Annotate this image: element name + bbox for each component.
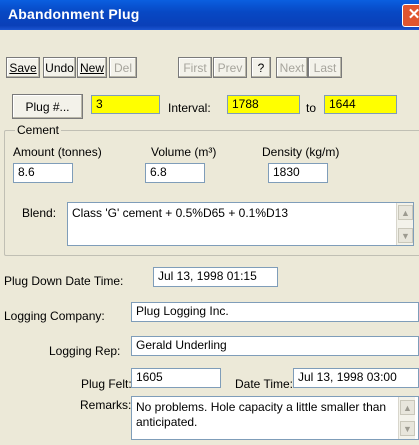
chevron-down-icon[interactable]: ▼ — [398, 228, 413, 243]
logging-company-field[interactable]: Plug Logging Inc. — [131, 302, 419, 322]
remarks-field[interactable]: No problems. Hole capacity a little smal… — [131, 396, 419, 440]
density-label: Density (kg/m) — [262, 145, 340, 159]
plug-number-button[interactable]: Plug #... — [12, 94, 83, 119]
chevron-up-icon[interactable]: ▲ — [400, 400, 415, 415]
chevron-up-icon[interactable]: ▲ — [398, 205, 413, 220]
logging-rep-field[interactable]: Gerald Underling — [131, 336, 419, 356]
logging-company-label: Logging Company: — [4, 309, 105, 323]
density-field[interactable]: 1830 — [268, 163, 328, 183]
blend-scrollbar[interactable]: ▲ ▼ — [396, 203, 413, 245]
date-time-field[interactable]: Jul 13, 1998 03:00 — [293, 368, 419, 388]
remarks-scrollbar[interactable]: ▲ ▼ — [398, 397, 415, 439]
interval-to-field[interactable]: 1644 — [324, 95, 397, 114]
date-time-label: Date Time: — [235, 377, 294, 391]
help-button[interactable]: ? — [251, 57, 271, 78]
first-button[interactable]: First — [178, 57, 212, 78]
blend-field[interactable]: Class 'G' cement + 0.5%D65 + 0.1%D13 — [67, 202, 414, 246]
interval-from-field[interactable]: 1788 — [227, 95, 300, 114]
remarks-label: Remarks: — [80, 398, 132, 412]
blend-label: Blend: — [22, 206, 57, 220]
logging-rep-label: Logging Rep: — [49, 344, 121, 358]
plug-number-field[interactable]: 3 — [91, 95, 160, 114]
delete-button[interactable]: Del — [109, 57, 137, 78]
volume-field[interactable]: 6.8 — [145, 163, 205, 183]
interval-label: Interval: — [168, 101, 211, 115]
chevron-down-icon[interactable]: ▼ — [400, 421, 415, 436]
undo-button[interactable]: Undo — [43, 57, 76, 78]
new-button[interactable]: New — [77, 57, 107, 78]
close-icon: ✕ — [407, 6, 419, 23]
prev-button[interactable]: Prev — [213, 57, 247, 78]
save-button[interactable]: Save — [6, 57, 40, 78]
amount-label: Amount (tonnes) — [13, 145, 102, 159]
plug-down-field[interactable]: Jul 13, 1998 01:15 — [153, 267, 278, 287]
plug-felt-label: Plug Felt: — [81, 377, 132, 391]
cement-group-label: Cement — [15, 123, 62, 137]
plug-felt-field[interactable]: 1605 — [131, 368, 221, 388]
volume-label: Volume (m³) — [151, 145, 217, 159]
to-label: to — [306, 101, 317, 115]
last-button[interactable]: Last — [308, 57, 342, 78]
amount-field[interactable]: 8.6 — [13, 163, 73, 183]
window-title: Abandonment Plug — [8, 6, 140, 22]
plug-down-label: Plug Down Date Time: — [4, 274, 124, 288]
next-button[interactable]: Next — [276, 57, 308, 78]
close-button[interactable]: ✕ — [402, 4, 419, 27]
